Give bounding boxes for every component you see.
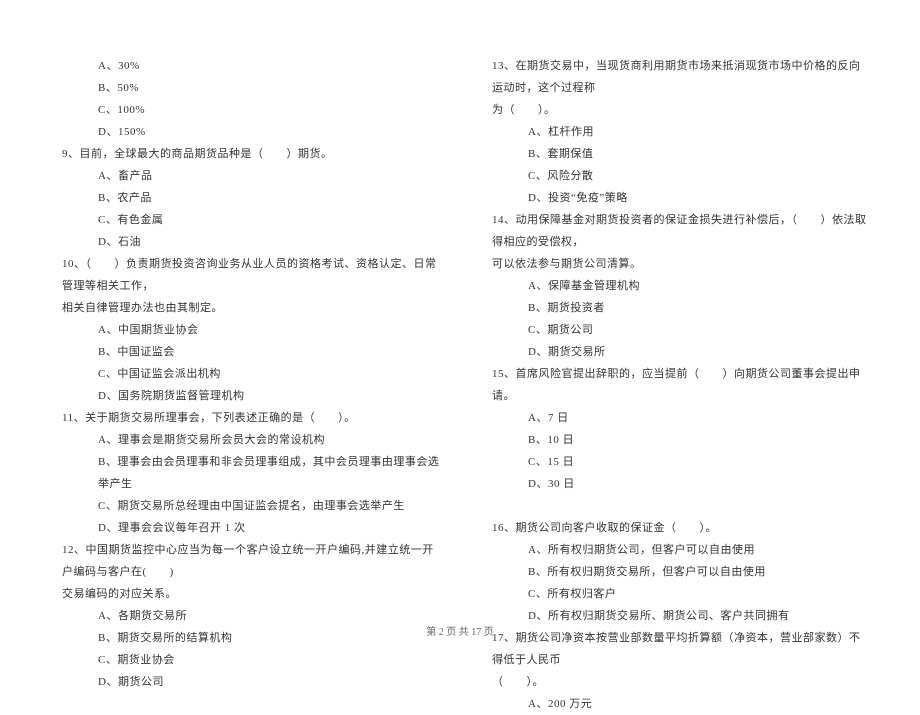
- blank-line: [480, 495, 870, 517]
- option-line: D、投资“免疫”策略: [480, 187, 870, 209]
- option-line: A、保障基金管理机构: [480, 275, 870, 297]
- option-line: B、中国证监会: [50, 341, 440, 363]
- question-line: 11、关于期货交易所理事会，下列表述正确的是（ ）。: [50, 407, 440, 429]
- option-line: D、国务院期货监督管理机构: [50, 385, 440, 407]
- option-line: D、期货公司: [50, 671, 440, 693]
- option-line: C、风险分散: [480, 165, 870, 187]
- question-line: 16、期货公司向客户收取的保证金（ ）。: [480, 517, 870, 539]
- option-line: A、30%: [50, 55, 440, 77]
- option-line: D、石油: [50, 231, 440, 253]
- option-line: D、理事会会议每年召开 1 次: [50, 517, 440, 539]
- question-line: 10、（ ）负责期货投资咨询业务从业人员的资格考试、资格认定、日常管理等相关工作…: [50, 253, 440, 297]
- option-line: A、杠杆作用: [480, 121, 870, 143]
- option-line: A、7 日: [480, 407, 870, 429]
- question-line: 15、首席风险官提出辞职的，应当提前（ ）向期货公司董事会提出申请。: [480, 363, 870, 407]
- page-footer: 第 2 页 共 17 页: [0, 623, 920, 638]
- option-line: D、30 日: [480, 473, 870, 495]
- option-line: D、150%: [50, 121, 440, 143]
- question-line: （ ）。: [480, 671, 870, 693]
- question-line: 13、在期货交易中，当现货商利用期货市场来抵消现货市场中价格的反向运动时，这个过…: [480, 55, 870, 99]
- option-line: B、所有权归期货交易所，但客户可以自由使用: [480, 561, 870, 583]
- option-line: C、期货业协会: [50, 649, 440, 671]
- question-line: 为（ ）。: [480, 99, 870, 121]
- option-line: B、理事会由会员理事和非会员理事组成，其中会员理事由理事会选举产生: [50, 451, 440, 495]
- question-line: 14、动用保障基金对期货投资者的保证金损失进行补偿后，（ ）依法取得相应的受偿权…: [480, 209, 870, 253]
- option-line: A、所有权归期货公司，但客户可以自由使用: [480, 539, 870, 561]
- option-line: C、15 日: [480, 451, 870, 473]
- option-line: C、期货交易所总经理由中国证监会提名，由理事会选举产生: [50, 495, 440, 517]
- option-line: A、200 万元: [480, 693, 870, 715]
- right-column: 13、在期货交易中，当现货商利用期货市场来抵消现货市场中价格的反向运动时，这个过…: [480, 55, 870, 615]
- question-line: 12、中国期货监控中心应当为每一个客户设立统一开户编码,并建立统一开户编码与客户…: [50, 539, 440, 583]
- option-line: B、50%: [50, 77, 440, 99]
- option-line: C、有色金属: [50, 209, 440, 231]
- option-line: C、100%: [50, 99, 440, 121]
- question-line: 9、目前，全球最大的商品期货品种是（ ）期货。: [50, 143, 440, 165]
- option-line: B、套期保值: [480, 143, 870, 165]
- question-line: 相关自律管理办法也由其制定。: [50, 297, 440, 319]
- option-line: A、中国期货业协会: [50, 319, 440, 341]
- option-line: A、理事会是期货交易所会员大会的常设机构: [50, 429, 440, 451]
- option-line: C、中国证监会派出机构: [50, 363, 440, 385]
- option-line: B、期货投资者: [480, 297, 870, 319]
- option-line: B、10 日: [480, 429, 870, 451]
- question-line: 可以依法参与期货公司清算。: [480, 253, 870, 275]
- option-line: C、所有权归客户: [480, 583, 870, 605]
- option-line: B、农产品: [50, 187, 440, 209]
- question-line: 交易编码的对应关系。: [50, 583, 440, 605]
- two-column-layout: A、30%B、50%C、100%D、150%9、目前，全球最大的商品期货品种是（…: [50, 55, 870, 615]
- option-line: A、畜产品: [50, 165, 440, 187]
- option-line: D、期货交易所: [480, 341, 870, 363]
- left-column: A、30%B、50%C、100%D、150%9、目前，全球最大的商品期货品种是（…: [50, 55, 440, 615]
- option-line: C、期货公司: [480, 319, 870, 341]
